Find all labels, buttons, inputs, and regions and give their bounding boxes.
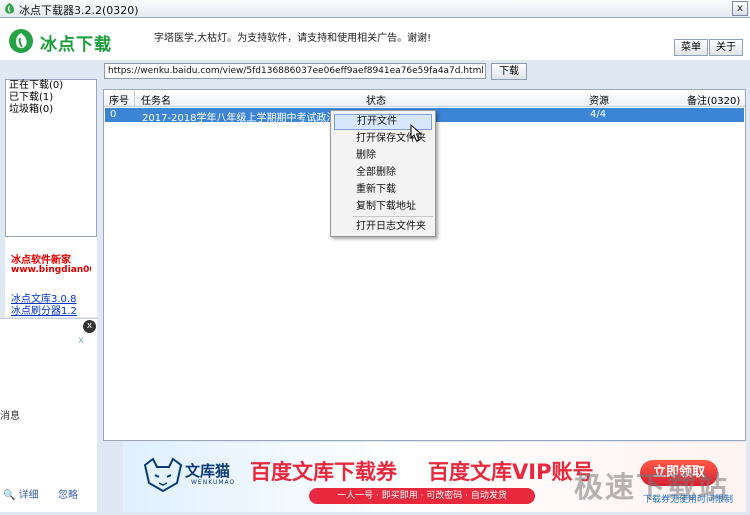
header: 冰点下载 字塔医学,大枯灯。为支持软件，请支持和使用相关广告。谢谢! 菜单 关于 — [0, 18, 750, 60]
banner-vip-text: 百度文库VIP账号 — [428, 460, 594, 484]
download-button[interactable]: 下载 — [491, 63, 527, 80]
menu-item-redownload[interactable]: 重新下载 — [334, 182, 432, 198]
window-title: 冰点下载器3.2.2(0320) — [19, 4, 139, 17]
sidebar-item-downloaded[interactable]: 已下载(1) — [6, 92, 96, 104]
app-logo: 冰点下载 — [8, 28, 148, 55]
leaf-logo-icon — [9, 29, 33, 53]
logo-text: 冰点下载 — [40, 35, 112, 55]
sidebar-category-list: 正在下载(0) 已下载(1) 垃圾箱(0) — [5, 79, 97, 237]
column-header-resource[interactable]: 资源 — [589, 92, 609, 107]
about-button[interactable]: 关于 — [709, 39, 743, 56]
search-icon: 🔍 — [3, 490, 16, 501]
column-header-name[interactable]: 任务名 — [141, 92, 171, 107]
promo-url[interactable]: www.bingdian001.com — [11, 265, 91, 275]
banner-brand: 文库猫 — [185, 462, 231, 480]
row-index: 0 — [110, 109, 117, 120]
column-header-index[interactable]: 序号 — [109, 92, 129, 107]
ad-x-icon: x — [78, 335, 84, 346]
ad-message-text: 消息 — [0, 411, 20, 422]
url-input[interactable]: https://wenku.baidu.com/view/5fd13688603… — [104, 63, 486, 79]
cat-logo-icon — [143, 457, 183, 493]
banner-features: 一人一号 · 即买即用 · 可改密码 · 自动发货 — [309, 488, 535, 504]
banner-coupon-text: 百度文库下载券 — [250, 460, 397, 484]
sidebar-item-trash[interactable]: 垃圾箱(0) — [6, 104, 96, 116]
ad-detail-label: 详细 — [18, 490, 39, 501]
menu-item-delete[interactable]: 删除 — [334, 148, 432, 164]
banner-brand-en: WENKUMAO — [191, 479, 236, 486]
menu-item-copy-url[interactable]: 复制下载地址 — [334, 199, 432, 215]
table-header: 序号 任务名 状态 资源 备注(0320) — [104, 90, 745, 107]
title-bar: 冰点下载器3.2.2(0320) x — [0, 0, 750, 18]
menu-separator — [353, 216, 433, 217]
column-header-note[interactable]: 备注(0320) — [687, 92, 740, 107]
row-resource: 4/4 — [590, 109, 607, 120]
app-logo-icon — [5, 3, 15, 14]
promo-title: 冰点软件新家 — [11, 255, 71, 266]
menu-item-open-log-folder[interactable]: 打开日志文件夹 — [334, 219, 432, 235]
mouse-cursor-icon — [410, 124, 423, 142]
window-close-button[interactable]: x — [732, 1, 748, 16]
promo-link-shuafen[interactable]: 冰点刷分器1.2 — [11, 302, 77, 317]
ad-ignore-link[interactable]: 忽略 — [58, 486, 78, 501]
sidebar-item-downloading[interactable]: 正在下载(0) — [6, 80, 96, 92]
column-divider[interactable] — [134, 90, 135, 107]
row-task-name: 2017-2018学年八年级上学期期中考试政治试题 — [142, 113, 357, 124]
menu-button[interactable]: 菜单 — [674, 39, 708, 56]
notice-marquee: 字塔医学,大枯灯。为支持软件，请支持和使用相关广告。谢谢! — [154, 33, 432, 44]
ad-detail-link[interactable]: 🔍 详细 — [3, 486, 39, 501]
ad-close-icon[interactable]: x — [83, 320, 96, 333]
column-header-status[interactable]: 状态 — [366, 92, 386, 107]
watermark-subtext: 下载券无使用时间限制 — [643, 495, 734, 505]
menu-item-delete-all[interactable]: 全部删除 — [334, 165, 432, 181]
